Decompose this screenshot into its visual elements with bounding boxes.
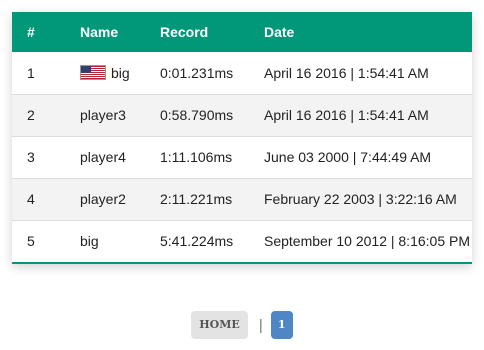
row-record: 2:11.221ms [160,191,233,207]
row-record: 5:41.224ms [160,233,234,250]
header-name: Name [80,24,119,40]
header-date: Date [264,24,295,40]
row-name: big [111,64,130,81]
table-row: 2 player3 0:58.790ms April 16 2016 | 1:5… [12,94,472,136]
table-row: 3 player4 1:11.106ms June 03 2000 | 7:44… [12,136,472,178]
row-date: September 10 2012 | 8:16:05 PM [264,233,470,250]
row-name: big [80,233,99,250]
row-record: 0:58.790ms [160,107,234,123]
leaderboard-table-card: # Name Record Date 1 big 0:01.231ms Apri… [12,12,472,264]
row-num: 3 [27,149,35,165]
page-1-button[interactable]: 1 [270,311,293,339]
header-num: # [27,24,35,40]
table-row: 1 big 0:01.231ms April 16 2016 | 1:54:41… [12,52,472,94]
row-name: player2 [80,191,126,207]
row-name: player4 [80,149,126,165]
table-row: 4 player2 2:11.221ms February 22 2003 | … [12,178,472,220]
row-date: February 22 2003 | 3:22:16 AM [264,191,457,207]
row-num: 4 [27,191,35,207]
row-record: 1:11.106ms [160,149,233,165]
row-record: 0:01.231ms [160,64,234,81]
row-num: 2 [27,107,35,123]
pagination: HOME | 1 [0,310,484,340]
row-num: 5 [27,233,35,250]
row-date: April 16 2016 | 1:54:41 AM [264,107,429,123]
row-name-cell: big [80,52,160,94]
leaderboard-table: # Name Record Date 1 big 0:01.231ms Apri… [12,12,472,262]
table-header-row: # Name Record Date [12,12,472,52]
row-date: April 16 2016 | 1:54:41 AM [264,64,429,81]
us-flag-icon [80,64,106,80]
row-num: 1 [27,64,35,81]
home-button[interactable]: HOME [191,311,248,339]
header-record: Record [160,24,209,40]
row-date: June 03 2000 | 7:44:49 AM [264,149,432,165]
table-row: 5 big 5:41.224ms September 10 2012 | 8:1… [12,220,472,262]
row-name: player3 [80,107,126,123]
pagination-separator: | [258,316,263,334]
